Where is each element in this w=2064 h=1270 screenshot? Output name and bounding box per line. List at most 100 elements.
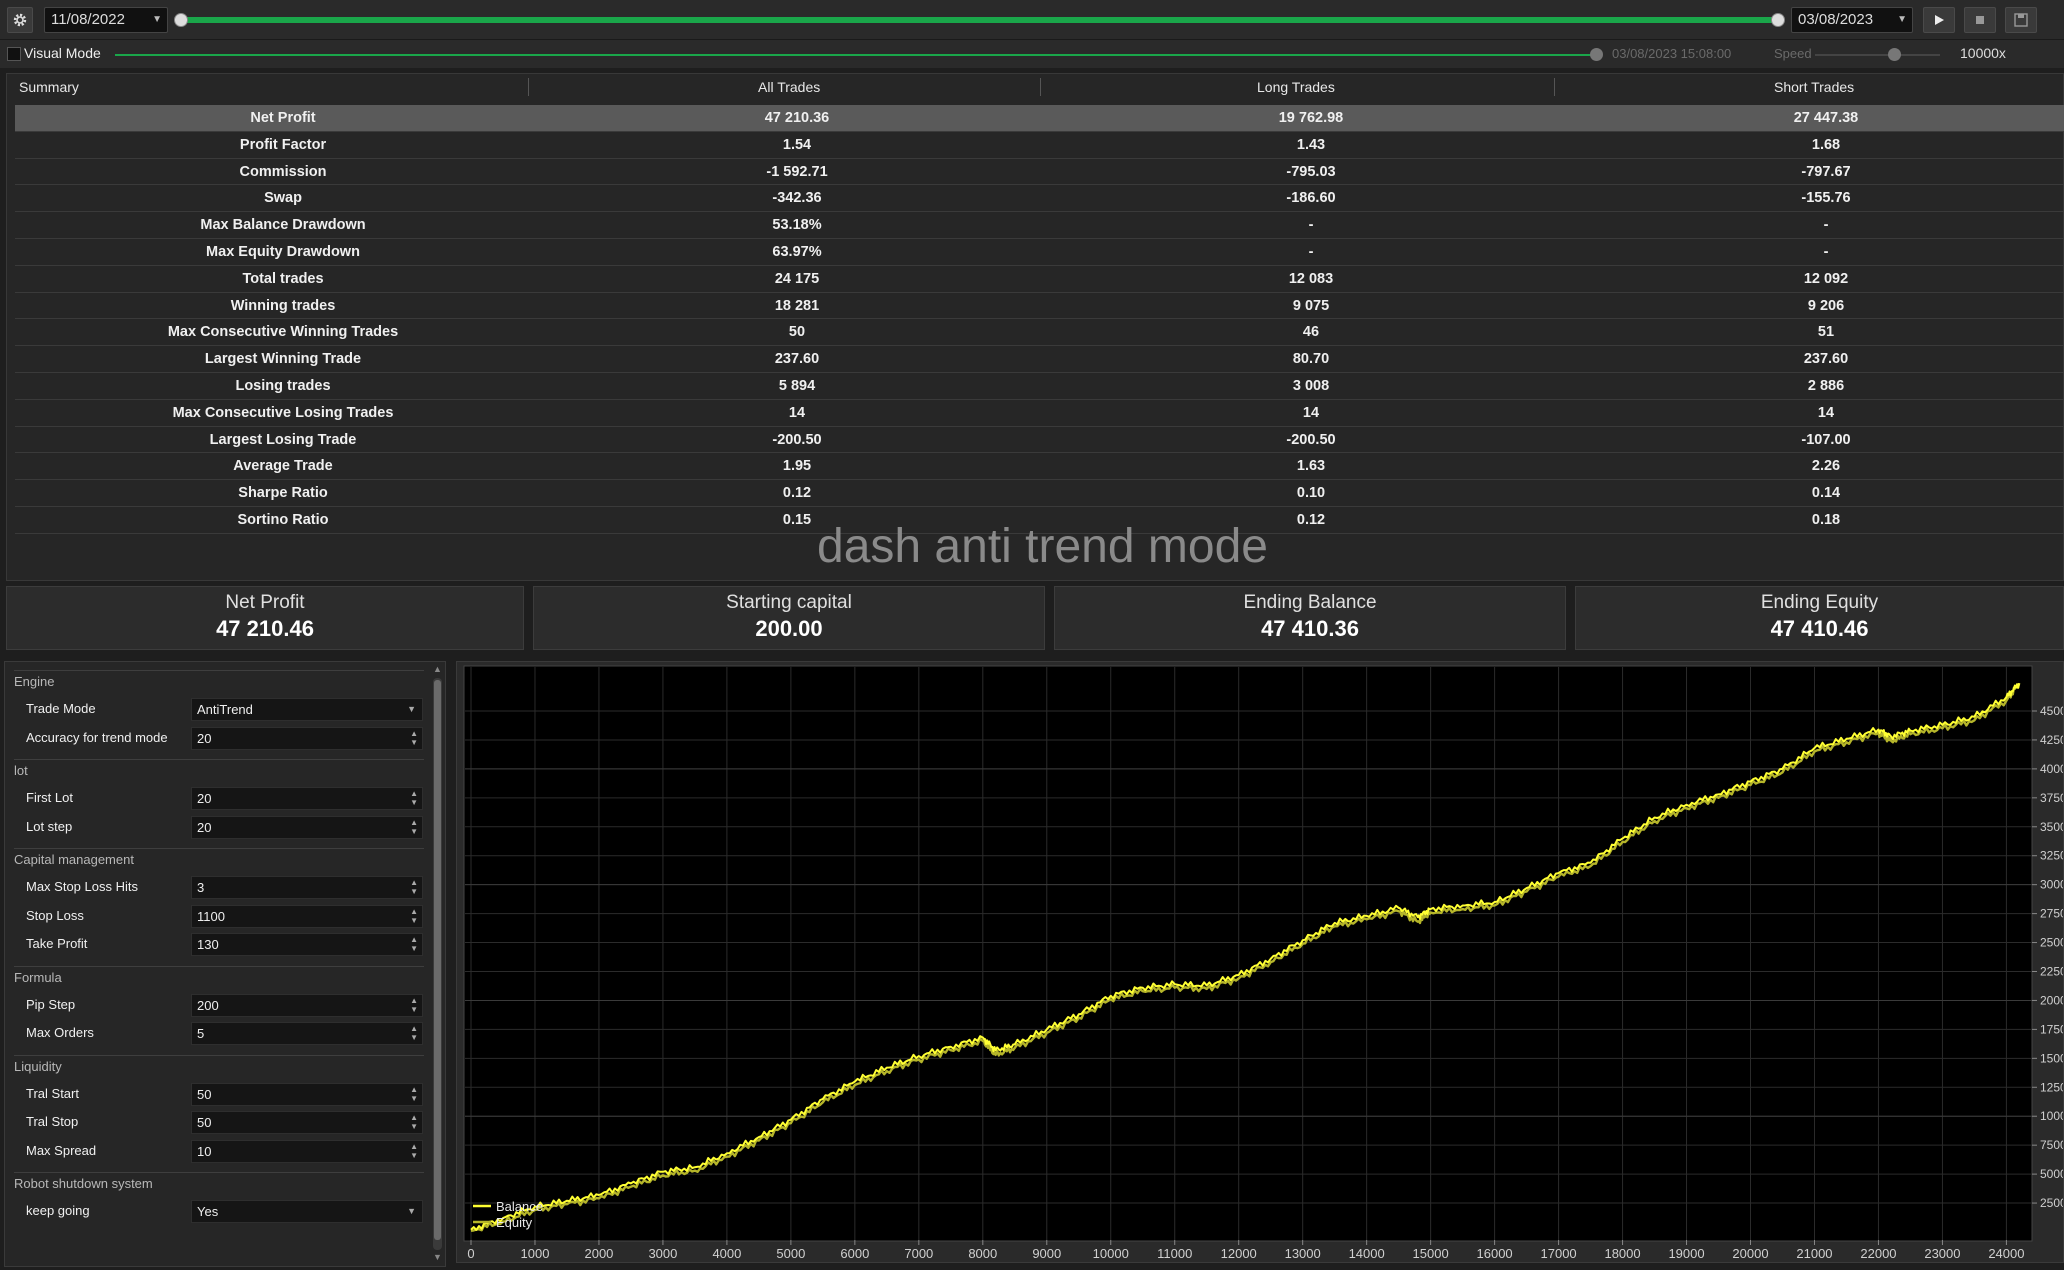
equity-chart: 0 1000 2000 3000 4000 5000 6000 7000 8000 9000 100… — [463, 665, 2064, 1261]
cell-long: 80.70 — [1292, 351, 1330, 368]
param-spinner[interactable]: 20 ▲ ▼ — [191, 726, 423, 750]
param-spinner[interactable]: 20 ▲ ▼ — [191, 815, 423, 839]
scrollbar-thumb[interactable] — [434, 680, 441, 1240]
spinner-arrows-icon[interactable]: ▲ ▼ — [410, 729, 418, 747]
param-spinner[interactable]: 5 ▲ ▼ — [191, 1022, 423, 1045]
group-divider — [14, 759, 424, 760]
y-tick-label: 37500 — [2040, 791, 2063, 805]
table-row[interactable]: Losing trades 5 894 3 008 2 886 — [15, 373, 2064, 400]
playback-handle[interactable] — [1590, 48, 1603, 61]
param-value: 10 — [197, 1143, 212, 1159]
x-tick-label: 13000 — [1285, 1246, 1321, 1261]
table-row[interactable]: Max Consecutive Winning Trades 50 46 51 — [15, 319, 2064, 347]
param-group-title: Liquidity — [14, 1058, 62, 1074]
x-tick-label: 9000 — [1032, 1246, 1061, 1261]
cell-label: Largest Winning Trade — [204, 351, 362, 368]
param-label: Max Orders — [26, 1025, 94, 1040]
spinner-arrows-icon[interactable]: ▲ ▼ — [410, 1142, 418, 1160]
save-report-button[interactable] — [2005, 7, 2037, 33]
spinner-arrows-icon[interactable]: ▲ ▼ — [410, 935, 418, 953]
table-row[interactable]: Largest Winning Trade 237.60 80.70 237.60 — [15, 346, 2064, 373]
scroll-down-icon[interactable]: ▼ — [433, 1252, 442, 1262]
starting-capital-card-title: Starting capital — [726, 592, 852, 613]
start-date-picker[interactable]: 11/08/2022 ▼ — [44, 7, 168, 33]
param-spinner[interactable]: 130 ▲ ▼ — [191, 933, 423, 956]
table-row[interactable]: Sharpe Ratio 0.12 0.10 0.14 — [15, 480, 2064, 507]
param-spinner[interactable]: 50 ▲ ▼ — [191, 1111, 423, 1134]
end-date-picker[interactable]: 03/08/2023 ▼ — [1791, 7, 1913, 33]
table-row[interactable]: Swap -342.36 -186.60 -155.76 — [15, 185, 2064, 213]
x-tick-label: 21000 — [1796, 1246, 1832, 1261]
param-group-title: Capital management — [14, 852, 134, 867]
param-label: Tral Stop — [26, 1114, 79, 1129]
cell-all: 0.12 — [782, 485, 812, 502]
table-row[interactable]: Largest Losing Trade -200.50 -200.50 -107.0… — [15, 427, 2064, 454]
scroll-up-icon[interactable]: ▲ — [433, 664, 442, 674]
cell-all: 63.97% — [772, 243, 822, 260]
parameters-panel: ▲ ▼ Engine Trade Mode AntiTrend ▼ Accuracy f… — [4, 661, 446, 1267]
spinner-arrows-icon[interactable]: ▲ ▼ — [410, 1024, 418, 1042]
spinner-arrows-icon[interactable]: ▲ ▼ — [410, 907, 418, 925]
table-row[interactable]: Commission -1 592.71 -795.03 -797.67 — [15, 159, 2064, 186]
playback-progress-slider[interactable] — [115, 54, 1595, 56]
table-row[interactable]: Average Trade 1.95 1.63 2.26 — [15, 453, 2064, 481]
spinner-arrows-icon[interactable]: ▲ ▼ — [410, 878, 418, 896]
parameters-scrollbar[interactable] — [433, 678, 442, 1250]
spinner-arrows-icon[interactable]: ▲ ▼ — [410, 1085, 418, 1103]
y-tick-label: 32500 — [2040, 849, 2063, 863]
stop-button[interactable] — [1964, 7, 1996, 33]
chevron-down-icon[interactable]: ▼ — [407, 1201, 416, 1222]
settings-gear-button[interactable] — [7, 7, 33, 33]
cell-label: Max Equity Drawdown — [206, 243, 360, 260]
x-tick-label: 0 — [467, 1246, 474, 1261]
table-row[interactable]: Winning trades 18 281 9 075 9 206 — [15, 293, 2064, 320]
legend-label: Balance — [496, 1199, 543, 1214]
param-spinner[interactable]: 1100 ▲ ▼ — [191, 904, 423, 928]
cell-all: -342.36 — [772, 190, 822, 207]
spinner-arrows-icon[interactable]: ▲ ▼ — [410, 818, 418, 836]
group-divider — [14, 670, 424, 671]
range-end-handle[interactable] — [1771, 13, 1785, 27]
column-divider[interactable] — [1554, 78, 1555, 96]
table-row[interactable]: Total trades 24 175 12 083 12 092 — [15, 266, 2064, 293]
speed-slider[interactable] — [1815, 54, 1940, 56]
cell-long: 0.12 — [1296, 511, 1326, 528]
cell-all: 5 894 — [778, 377, 816, 394]
param-spinner[interactable]: 20 ▲ ▼ — [191, 787, 423, 810]
range-start-handle[interactable] — [174, 13, 188, 27]
y-tick-label: 30000 — [2040, 878, 2063, 892]
play-button[interactable] — [1923, 7, 1955, 33]
cell-label: Sortino Ratio — [237, 511, 329, 528]
param-spinner[interactable]: 200 ▲ ▼ — [191, 993, 423, 1017]
cell-all: -200.50 — [772, 431, 822, 448]
spinner-arrows-icon[interactable]: ▲ ▼ — [410, 996, 418, 1014]
group-divider — [14, 1054, 424, 1056]
table-row[interactable]: Max Consecutive Losing Trades 14 14 14 — [15, 400, 2064, 427]
spinner-arrows-icon[interactable]: ▲ ▼ — [410, 789, 418, 807]
summary-table: Summary All Trades Long Trades Short Tra… — [6, 73, 2064, 581]
table-row[interactable]: Max Equity Drawdown 63.97% - - — [15, 239, 2064, 266]
param-spinner[interactable]: 50 ▲ ▼ — [191, 1082, 423, 1106]
table-row[interactable]: Max Balance Drawdown 53.18% - - — [15, 212, 2064, 239]
speed-handle[interactable] — [1888, 48, 1901, 61]
column-divider[interactable] — [528, 78, 529, 96]
cell-long: -186.60 — [1286, 190, 1336, 207]
column-divider[interactable] — [1040, 78, 1041, 96]
x-tick-label: 20000 — [1732, 1246, 1768, 1261]
cell-label: Winning trades — [230, 297, 336, 314]
cell-short: 27 447.38 — [1793, 110, 1859, 126]
cell-all: 18 281 — [774, 297, 820, 314]
param-spinner[interactable]: 10 ▲ ▼ — [191, 1139, 423, 1163]
param-dropdown[interactable]: AntiTrend ▼ — [191, 698, 423, 721]
param-dropdown[interactable]: Yes ▼ — [191, 1200, 423, 1223]
toolbar: 11/08/2022 ▼ 03/08/2023 ▼ — [0, 0, 2064, 40]
current-time-label: 03/08/2023 15:08:00 — [1612, 46, 1732, 61]
ending-balance-card-value: 47 410.36 — [1261, 616, 1359, 641]
table-row[interactable]: Profit Factor 1.54 1.43 1.68 — [15, 132, 2064, 159]
param-spinner[interactable]: 3 ▲ ▼ — [191, 876, 423, 899]
visual-mode-checkbox[interactable] — [7, 47, 21, 61]
spinner-arrows-icon[interactable]: ▲ ▼ — [410, 1113, 418, 1131]
date-range-slider[interactable] — [181, 17, 1779, 23]
table-row[interactable]: Net Profit 47 210.36 19 762.98 27 447.38 — [15, 105, 2064, 132]
chevron-down-icon[interactable]: ▼ — [407, 699, 416, 720]
